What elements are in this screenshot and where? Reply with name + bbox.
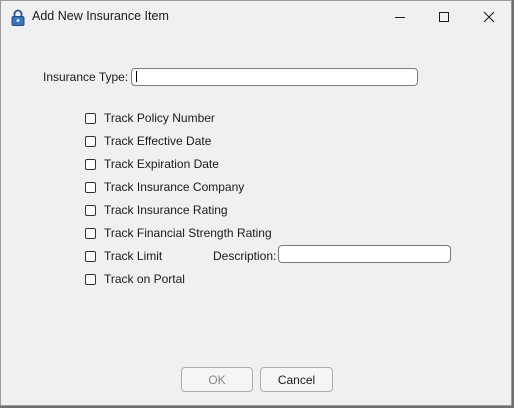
checkbox-box[interactable] [85, 227, 96, 239]
checkbox-box[interactable] [85, 204, 96, 216]
cancel-button[interactable]: Cancel [260, 367, 333, 392]
checkbox-box[interactable] [85, 135, 96, 147]
checkbox-track-on-portal[interactable]: Track on Portal [85, 271, 185, 287]
text-caret [136, 71, 137, 82]
checkbox-box[interactable] [85, 250, 96, 262]
maximize-icon [439, 12, 449, 22]
checkbox-label[interactable]: Track Insurance Company [104, 180, 244, 194]
checkbox-track-insurance-rating[interactable]: Track Insurance Rating [85, 202, 228, 218]
insurance-type-input[interactable] [131, 68, 418, 86]
close-icon [483, 11, 495, 23]
maximize-button[interactable] [422, 1, 466, 33]
checkbox-track-policy-number[interactable]: Track Policy Number [85, 110, 215, 126]
checkbox-track-financial-strength-rating[interactable]: Track Financial Strength Rating [85, 225, 272, 241]
minimize-icon [395, 17, 405, 18]
description-input[interactable] [278, 245, 451, 263]
checkbox-label[interactable]: Track Effective Date [104, 134, 211, 148]
checkbox-label[interactable]: Track on Portal [104, 272, 185, 286]
checkbox-label[interactable]: Track Expiration Date [104, 157, 219, 171]
description-label: Description: [213, 249, 277, 263]
add-insurance-item-dialog: Add New Insurance Item Insurance Type: T… [0, 0, 512, 406]
checkbox-box[interactable] [85, 158, 96, 170]
checkbox-label[interactable]: Track Insurance Rating [104, 203, 228, 217]
minimize-button[interactable] [378, 1, 422, 33]
checkbox-box[interactable] [85, 181, 96, 193]
checkbox-label[interactable]: Track Limit [104, 249, 162, 263]
checkbox-track-expiration-date[interactable]: Track Expiration Date [85, 156, 219, 172]
insurance-type-label: Insurance Type: [43, 70, 129, 84]
close-button[interactable] [467, 1, 511, 33]
checkbox-track-effective-date[interactable]: Track Effective Date [85, 133, 211, 149]
title-bar[interactable]: Add New Insurance Item [1, 1, 511, 33]
checkbox-track-insurance-company[interactable]: Track Insurance Company [85, 179, 244, 195]
checkbox-track-limit[interactable]: Track Limit [85, 248, 162, 264]
ok-button[interactable]: OK [181, 367, 253, 392]
checkbox-box[interactable] [85, 273, 96, 285]
checkbox-label[interactable]: Track Policy Number [104, 111, 215, 125]
checkbox-box[interactable] [85, 112, 96, 124]
checkbox-label[interactable]: Track Financial Strength Rating [104, 226, 272, 240]
window-title: Add New Insurance Item [32, 9, 169, 23]
padlock-icon [11, 9, 25, 26]
